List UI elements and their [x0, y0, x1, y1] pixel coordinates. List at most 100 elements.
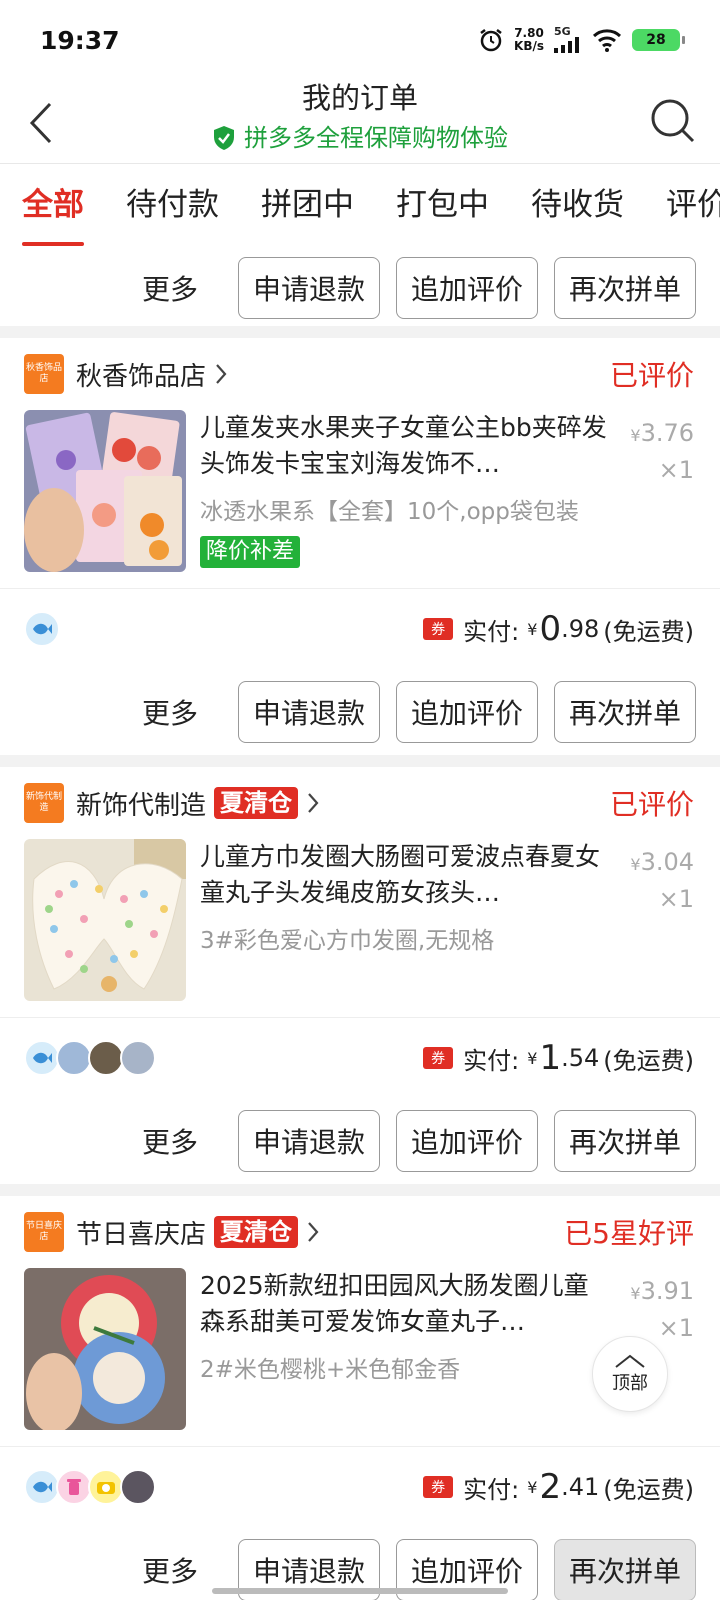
order-status: 已评价	[609, 788, 694, 821]
search-icon[interactable]	[648, 96, 698, 146]
paid-amount: 券 实付: ¥2.41 (免运费)	[423, 1467, 694, 1507]
shop-logo: 秋香饰品店	[24, 354, 64, 394]
product-image[interactable]	[24, 1268, 186, 1430]
reorder-button[interactable]: 再次拼单	[554, 257, 696, 319]
back-to-top-label: 顶部	[612, 1373, 648, 1394]
status-icons: 7.80 KB/s 5G 28	[478, 25, 685, 53]
chevron-right-icon	[308, 793, 319, 813]
add-review-button[interactable]: 追加评价	[396, 257, 538, 319]
product-title[interactable]: 儿童发夹水果夹子女童公主bb夹碎发头饰发卡宝宝刘海发饰不…	[200, 410, 610, 482]
tab-to-receive[interactable]: 待收货	[509, 164, 644, 250]
guarantee-text: 拼多多全程保障购物体验	[244, 124, 508, 152]
payment-row: 券 实付: ¥2.41 (免运费)	[0, 1447, 720, 1527]
add-review-button[interactable]: 追加评价	[396, 1110, 538, 1172]
price-protection-badge: 降价补差	[200, 536, 301, 568]
item-info: 儿童发夹水果夹子女童公主bb夹碎发头饰发卡宝宝刘海发饰不… 冰透水果系【全套】1…	[200, 410, 610, 588]
payment-row: 券 实付: ¥0.98 (免运费)	[0, 589, 720, 669]
order-item[interactable]: 儿童发夹水果夹子女童公主bb夹碎发头饰发卡宝宝刘海发饰不… 冰透水果系【全套】1…	[0, 410, 720, 588]
shop-name[interactable]: 秋香饰品店	[76, 356, 206, 393]
product-spec: 2#米色樱桃+米色郁金香	[200, 1357, 461, 1383]
unit-price: ¥3.04 ×1	[630, 845, 694, 916]
product-spec: 3#彩色爱心方巾发圈,无规格	[200, 928, 495, 954]
reorder-button[interactable]: 再次拼单	[554, 1110, 696, 1172]
shop-logo: 节日喜庆店	[24, 1212, 64, 1252]
reorder-button[interactable]: 再次拼单	[554, 1539, 696, 1600]
refund-button[interactable]: 申请退款	[238, 257, 380, 319]
trash-avatar-icon	[56, 1469, 92, 1505]
status-bar: 19:37 7.80 KB/s 5G 28	[0, 0, 720, 80]
status-time: 19:37	[40, 25, 120, 55]
nav-header: 我的订单 拼多多全程保障购物体验	[0, 80, 720, 164]
home-indicator[interactable]	[212, 1588, 508, 1594]
reorder-button[interactable]: 再次拼单	[554, 681, 696, 743]
chevron-right-icon	[216, 364, 227, 384]
item-info: 2025新款纽扣田园风大肠发圈儿童森系甜美可爱发饰女童丸子… 2#米色樱桃+米色…	[200, 1268, 610, 1446]
more-button[interactable]: 更多	[142, 1550, 198, 1590]
more-button[interactable]: 更多	[142, 692, 198, 732]
order-card: 秋香饰品店 秋香饰品店 已评价 儿童发夹水果夹子女童公主bb夹碎发头饰发卡宝宝刘…	[0, 338, 720, 755]
avatar	[56, 1040, 92, 1076]
chevron-right-icon	[308, 1222, 319, 1242]
product-image[interactable]	[24, 410, 186, 572]
page-title: 我的订单	[301, 81, 418, 115]
paid-amount: 券 实付: ¥0.98 (免运费)	[423, 609, 694, 649]
shield-check-icon	[214, 126, 234, 150]
tab-group-buying[interactable]: 拼团中	[239, 164, 374, 250]
order-actions: 更多 申请退款 追加评价 再次拼单	[0, 250, 720, 326]
group-avatars[interactable]	[24, 1469, 156, 1505]
tab-pending-payment[interactable]: 待付款	[104, 164, 239, 250]
product-spec: 冰透水果系【全套】10个,opp袋包装	[200, 499, 579, 525]
unit-price: ¥3.76 ×1	[630, 416, 694, 487]
group-avatars[interactable]	[24, 1040, 156, 1076]
shop-row[interactable]: 节日喜庆店 节日喜庆店 夏清仓 已5星好评	[0, 1196, 720, 1268]
fish-avatar-icon	[24, 1469, 60, 1505]
avatar	[88, 1040, 124, 1076]
quantity: ×1	[658, 456, 694, 484]
net-speed: 7.80 KB/s	[514, 25, 544, 53]
clearance-tag: 夏清仓	[214, 1216, 299, 1248]
unit-price: ¥3.91 ×1	[630, 1274, 694, 1345]
order-tabs: 全部 待付款 拼团中 打包中 待收货 评价	[0, 164, 720, 250]
coupon-icon: 券	[423, 1476, 454, 1498]
fish-avatar-icon	[24, 1040, 60, 1076]
tab-review[interactable]: 评价	[644, 164, 720, 250]
more-button[interactable]: 更多	[142, 268, 198, 308]
tab-packing[interactable]: 打包中	[374, 164, 509, 250]
shop-row[interactable]: 新饰代制造 新饰代制造 夏清仓 已评价	[0, 767, 720, 839]
product-title[interactable]: 儿童方巾发圈大肠圈可爱波点春夏女童丸子头发绳皮筋女孩头…	[200, 839, 610, 911]
order-actions: 更多 申请退款 追加评价 再次拼单	[0, 669, 720, 755]
payment-row: 券 实付: ¥1.54 (免运费)	[0, 1018, 720, 1098]
alarm-icon	[480, 28, 502, 51]
item-info: 儿童方巾发圈大肠圈可爱波点春夏女童丸子头发绳皮筋女孩头… 3#彩色爱心方巾发圈,…	[200, 839, 610, 1017]
order-item[interactable]: 儿童方巾发圈大肠圈可爱波点春夏女童丸子头发绳皮筋女孩头… 3#彩色爱心方巾发圈,…	[0, 839, 720, 1017]
fish-avatar-icon	[24, 611, 60, 647]
camera-avatar-icon	[88, 1469, 124, 1505]
quantity: ×1	[658, 885, 694, 913]
refund-button[interactable]: 申请退款	[238, 1110, 380, 1172]
avatar	[120, 1469, 156, 1505]
shop-name[interactable]: 新饰代制造	[76, 785, 206, 822]
avatar	[120, 1040, 156, 1076]
guarantee-banner[interactable]: 拼多多全程保障购物体验	[0, 122, 720, 154]
shop-name[interactable]: 节日喜庆店	[76, 1214, 206, 1251]
wifi-icon	[592, 28, 622, 52]
tab-all[interactable]: 全部	[0, 164, 104, 250]
coupon-icon: 券	[423, 618, 454, 640]
signal-icon: 5G	[554, 26, 582, 53]
coupon-icon: 券	[423, 1047, 454, 1069]
paid-amount: 券 实付: ¥1.54 (免运费)	[423, 1038, 694, 1078]
order-card: 新饰代制造 新饰代制造 夏清仓 已评价 儿童方巾发圈大肠圈可爱波点春夏女童丸子头…	[0, 767, 720, 1184]
battery-icon: 28	[632, 28, 685, 51]
refund-button[interactable]: 申请退款	[238, 681, 380, 743]
product-title[interactable]: 2025新款纽扣田园风大肠发圈儿童森系甜美可爱发饰女童丸子…	[200, 1268, 610, 1340]
order-status: 已5星好评	[564, 1217, 694, 1250]
shop-logo: 新饰代制造	[24, 783, 64, 823]
order-actions: 更多 申请退款 追加评价 再次拼单	[0, 1098, 720, 1184]
add-review-button[interactable]: 追加评价	[396, 681, 538, 743]
group-avatars[interactable]	[24, 611, 60, 647]
back-to-top-button[interactable]: 顶部	[592, 1336, 668, 1412]
shop-row[interactable]: 秋香饰品店 秋香饰品店 已评价	[0, 338, 720, 410]
clearance-tag: 夏清仓	[214, 787, 299, 819]
product-image[interactable]	[24, 839, 186, 1001]
more-button[interactable]: 更多	[142, 1121, 198, 1161]
